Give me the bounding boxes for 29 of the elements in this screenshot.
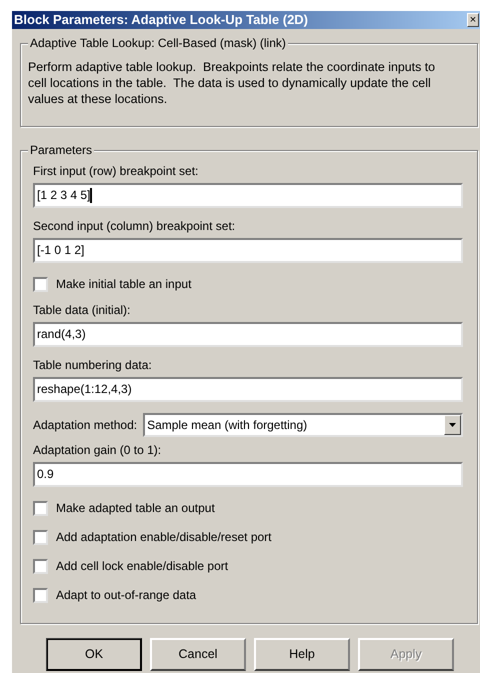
checkbox[interactable] xyxy=(33,500,48,516)
input-field[interactable]: 0.9 xyxy=(33,462,463,487)
window-title: Block Parameters: Adaptive Look-Up Table (2D) xyxy=(13,11,308,29)
checkbox[interactable] xyxy=(33,530,48,544)
checkbox-label: Add adaptation enable/disable/reset port xyxy=(56,530,272,544)
description-text: Perform adaptive table lookup. Breakpoints relate the coordinate inputs to cell locations in the table. The data is used to dynamically update the cell values at these locations. xyxy=(28,59,436,107)
group-legend: Adaptive Table Lookup: Cell-Based (mask) (link) xyxy=(28,36,288,51)
dialog-button[interactable]: OK xyxy=(46,638,142,671)
field-label: Adaptation gain (0 to 1): xyxy=(33,443,162,458)
input-field[interactable]: reshape(1:12,4,3) xyxy=(33,377,463,402)
checkbox-label: Add cell lock enable/disable port xyxy=(56,558,228,574)
dialog-button[interactable]: Cancel xyxy=(150,638,246,671)
checkbox-label: Make adapted table an output xyxy=(56,500,215,516)
checkbox-label: Make initial table an input xyxy=(56,276,192,292)
field-label: First input (row) breakpoint set: xyxy=(33,164,200,179)
checkbox[interactable] xyxy=(33,588,48,602)
input-field[interactable]: [-1 0 1 2] xyxy=(33,238,463,263)
checkbox[interactable] xyxy=(33,558,48,574)
dropdown[interactable]: Sample mean (with forgetting) xyxy=(143,413,463,437)
dropdown-label: Adaptation method: xyxy=(33,418,138,432)
checkbox-label: Adapt to out-of-range data xyxy=(56,588,196,602)
input-field[interactable]: [1 2 3 4 5] xyxy=(33,183,463,208)
field-label: Second input (column) breakpoint set: xyxy=(33,219,236,234)
field-label: Table data (initial): xyxy=(33,303,132,318)
input-field[interactable]: rand(4,3) xyxy=(33,322,463,347)
dialog-button[interactable]: Help xyxy=(254,638,350,671)
field-label: Table numbering data: xyxy=(33,358,153,373)
checkbox[interactable] xyxy=(33,276,48,292)
close-button[interactable]: × xyxy=(467,13,479,27)
